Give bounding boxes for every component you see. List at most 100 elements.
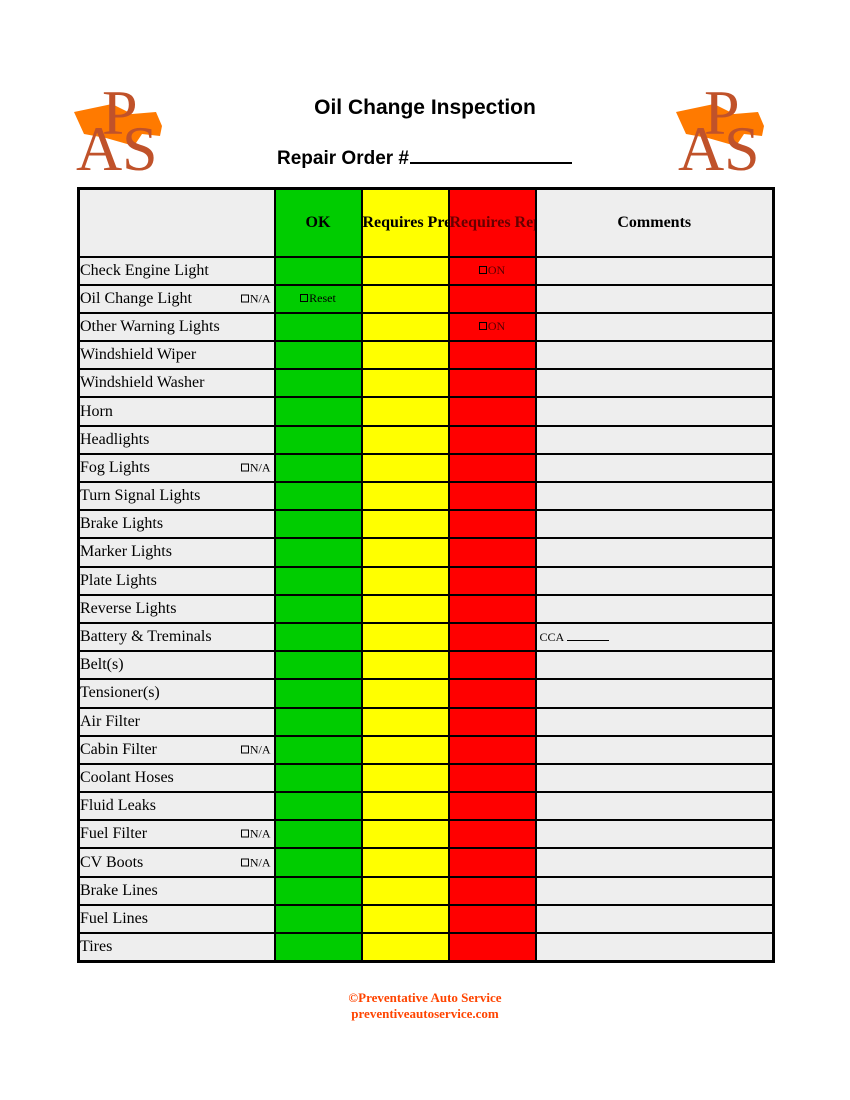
repair-cell[interactable] (447, 931, 537, 963)
checkbox-icon[interactable] (240, 829, 249, 838)
repair-option[interactable]: ON (451, 319, 534, 334)
preventive-cell[interactable] (360, 537, 450, 568)
comment-cell[interactable] (534, 283, 775, 314)
ok-cell[interactable] (273, 452, 363, 484)
ok-cell[interactable] (273, 650, 363, 681)
repair-cell[interactable] (447, 621, 537, 653)
ok-cell[interactable] (273, 509, 363, 540)
comment-cell[interactable] (534, 875, 775, 906)
ok-cell[interactable] (273, 734, 363, 765)
repair-cell[interactable] (447, 565, 537, 596)
preventive-cell[interactable] (360, 368, 450, 399)
repair-cell[interactable] (447, 847, 537, 878)
checkbox-icon[interactable] (300, 294, 309, 303)
ok-option[interactable]: Reset (277, 291, 360, 306)
repair-cell[interactable] (447, 734, 537, 765)
comment-cell[interactable] (534, 903, 775, 935)
preventive-cell[interactable] (360, 847, 450, 878)
preventive-cell[interactable] (360, 565, 450, 596)
preventive-cell[interactable] (360, 340, 450, 371)
ok-cell[interactable] (273, 537, 363, 568)
na-checkbox[interactable]: N/A (240, 291, 271, 306)
preventive-cell[interactable] (360, 762, 450, 794)
repair-cell[interactable] (447, 762, 537, 794)
repair-cell[interactable] (447, 650, 537, 681)
comment-cell[interactable] (534, 762, 775, 794)
na-checkbox[interactable]: N/A (240, 855, 271, 870)
preventive-cell[interactable] (360, 311, 450, 343)
preventive-cell[interactable] (360, 396, 450, 427)
preventive-cell[interactable] (360, 678, 450, 709)
preventive-cell[interactable] (360, 283, 450, 314)
ok-cell[interactable] (273, 847, 363, 878)
repair-cell[interactable] (447, 875, 537, 906)
comment-cell[interactable] (534, 931, 775, 963)
ok-cell[interactable] (273, 762, 363, 794)
preventive-cell[interactable] (360, 791, 450, 822)
comment-cell[interactable] (534, 819, 775, 850)
repair-cell[interactable]: ON (447, 255, 537, 286)
ok-cell[interactable] (273, 593, 363, 624)
comment-cell[interactable] (534, 424, 775, 455)
preventive-cell[interactable] (360, 593, 450, 624)
repair-order-field[interactable]: Repair Order # (277, 146, 572, 170)
comment-cell[interactable] (534, 311, 775, 343)
preventive-cell[interactable] (360, 706, 450, 737)
comment-cell[interactable] (534, 255, 775, 286)
comment-cell[interactable]: CCA (534, 621, 775, 653)
ok-cell[interactable] (273, 368, 363, 399)
checkbox-icon[interactable] (478, 266, 487, 275)
repair-cell[interactable] (447, 368, 537, 399)
preventive-cell[interactable] (360, 452, 450, 484)
ok-cell[interactable] (273, 396, 363, 427)
checkbox-icon[interactable] (240, 463, 249, 472)
comment-cell[interactable] (534, 678, 775, 709)
ok-cell[interactable] (273, 340, 363, 371)
repair-cell[interactable] (447, 283, 537, 314)
comment-cell[interactable] (534, 368, 775, 399)
preventive-cell[interactable] (360, 480, 450, 512)
repair-order-blank[interactable] (410, 146, 572, 164)
ok-cell[interactable]: Reset (273, 283, 363, 314)
comment-cell[interactable] (534, 396, 775, 427)
comment-cell[interactable] (534, 509, 775, 540)
ok-cell[interactable] (273, 903, 363, 935)
na-checkbox[interactable]: N/A (240, 742, 271, 757)
comment-blank[interactable] (567, 632, 610, 642)
preventive-cell[interactable] (360, 621, 450, 653)
comment-cell[interactable] (534, 650, 775, 681)
ok-cell[interactable] (273, 875, 363, 906)
comment-cell[interactable] (534, 565, 775, 596)
comment-field[interactable]: CCA (538, 630, 610, 644)
comment-cell[interactable] (534, 340, 775, 371)
comment-cell[interactable] (534, 734, 775, 765)
ok-cell[interactable] (273, 424, 363, 455)
checkbox-icon[interactable] (240, 745, 249, 754)
repair-cell[interactable] (447, 791, 537, 822)
ok-cell[interactable] (273, 931, 363, 963)
ok-cell[interactable] (273, 819, 363, 850)
ok-cell[interactable] (273, 706, 363, 737)
preventive-cell[interactable] (360, 819, 450, 850)
ok-cell[interactable] (273, 678, 363, 709)
ok-cell[interactable] (273, 621, 363, 653)
comment-cell[interactable] (534, 593, 775, 624)
repair-cell[interactable] (447, 903, 537, 935)
comment-cell[interactable] (534, 847, 775, 878)
preventive-cell[interactable] (360, 255, 450, 286)
preventive-cell[interactable] (360, 903, 450, 935)
repair-cell[interactable] (447, 424, 537, 455)
preventive-cell[interactable] (360, 509, 450, 540)
repair-cell[interactable] (447, 340, 537, 371)
ok-cell[interactable] (273, 565, 363, 596)
repair-cell[interactable] (447, 678, 537, 709)
repair-cell[interactable] (447, 537, 537, 568)
repair-cell[interactable]: ON (447, 311, 537, 343)
repair-cell[interactable] (447, 480, 537, 512)
ok-cell[interactable] (273, 480, 363, 512)
checkbox-icon[interactable] (240, 858, 249, 867)
ok-cell[interactable] (273, 311, 363, 343)
na-checkbox[interactable]: N/A (240, 460, 271, 475)
repair-cell[interactable] (447, 706, 537, 737)
preventive-cell[interactable] (360, 734, 450, 765)
